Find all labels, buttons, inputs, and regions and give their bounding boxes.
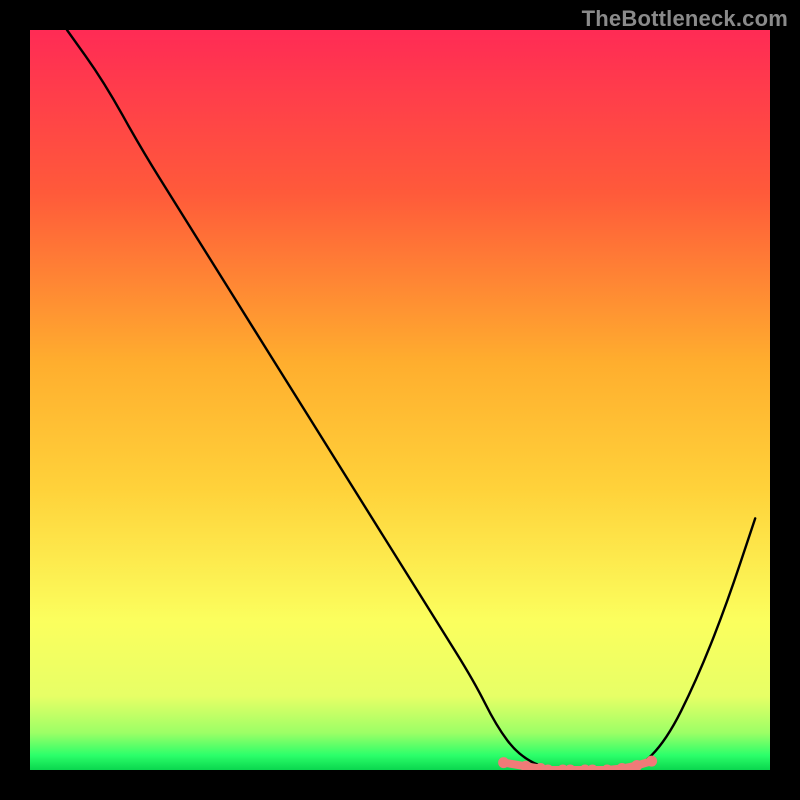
gradient-background: [30, 30, 770, 770]
watermark-text: TheBottleneck.com: [582, 6, 788, 32]
chart-frame: TheBottleneck.com: [0, 0, 800, 800]
curve-marker: [498, 757, 509, 768]
curve-marker: [646, 756, 657, 767]
bottleneck-chart: [30, 30, 770, 770]
